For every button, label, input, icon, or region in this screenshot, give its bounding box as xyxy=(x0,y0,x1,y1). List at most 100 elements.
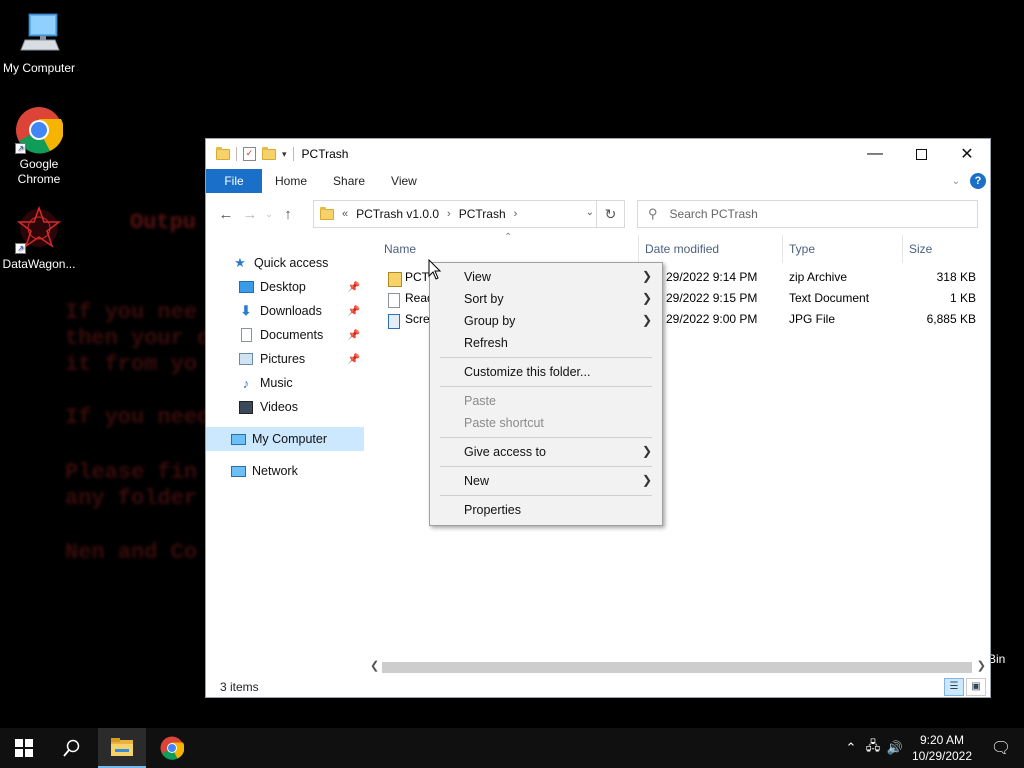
breadcrumb-separator-icon[interactable]: › xyxy=(447,208,451,220)
scroll-right-icon[interactable]: ❯ xyxy=(977,659,986,672)
tab-file[interactable]: File xyxy=(206,169,262,193)
scroll-left-icon[interactable]: ❮ xyxy=(370,659,379,672)
nav-item-videos[interactable]: Videos xyxy=(206,395,364,419)
menu-separator xyxy=(440,495,652,496)
pin-icon[interactable]: 📌 xyxy=(348,282,360,293)
file-type: Text Document xyxy=(789,291,870,305)
menu-item-group-by[interactable]: Group by ❯ xyxy=(430,310,662,332)
tab-share[interactable]: Share xyxy=(320,169,378,193)
menu-item-new[interactable]: New ❯ xyxy=(430,470,662,492)
desktop-icon xyxy=(238,279,254,295)
column-divider[interactable] xyxy=(782,235,783,263)
start-button[interactable] xyxy=(0,728,48,768)
desktop-icon-my-computer[interactable]: My Computer xyxy=(0,10,78,76)
nav-item-label: Videos xyxy=(260,400,298,414)
menu-separator xyxy=(440,357,652,358)
forward-button[interactable]: → xyxy=(238,206,262,223)
ribbon-tabs: File Home Share View ⌄ ? xyxy=(206,169,990,193)
nav-item-label: Pictures xyxy=(260,352,306,366)
shortcut-arrow-icon: ↗ xyxy=(15,243,26,254)
refresh-button[interactable]: ↻ xyxy=(596,201,624,227)
show-hidden-icons-chevron-icon[interactable]: ⌃ xyxy=(840,740,862,756)
menu-item-properties[interactable]: Properties xyxy=(430,499,662,521)
menu-item-customize-folder[interactable]: Customize this folder... xyxy=(430,361,662,383)
back-button[interactable]: ← xyxy=(214,206,238,223)
pictures-icon xyxy=(238,351,254,367)
menu-item-label: Refresh xyxy=(464,336,508,350)
menu-item-paste[interactable]: Paste xyxy=(430,390,662,412)
computer-icon xyxy=(15,10,63,58)
new-folder-icon[interactable] xyxy=(262,146,276,160)
breadcrumb-item[interactable]: PCTrash v1.0.0 xyxy=(356,207,439,221)
volume-icon[interactable]: 🔊 xyxy=(884,740,906,756)
clock[interactable]: 9:20 AM 10/29/2022 xyxy=(906,732,978,764)
breadcrumb-item[interactable]: PCTrash xyxy=(459,207,506,221)
help-icon[interactable]: ? xyxy=(970,173,986,189)
nav-item-desktop[interactable]: Desktop 📌 xyxy=(206,275,364,299)
menu-item-refresh[interactable]: Refresh xyxy=(430,332,662,354)
file-explorer-icon xyxy=(111,738,133,756)
menu-item-paste-shortcut[interactable]: Paste shortcut xyxy=(430,412,662,434)
properties-icon[interactable]: ✓ xyxy=(243,147,256,161)
nav-item-my-computer[interactable]: My Computer xyxy=(206,427,364,451)
column-divider[interactable] xyxy=(902,235,903,263)
search-button[interactable] xyxy=(48,728,96,768)
breadcrumb-separator-icon[interactable]: › xyxy=(514,208,518,220)
network-status-icon[interactable]: 🖧 xyxy=(862,737,884,759)
address-bar[interactable]: « PCTrash v1.0.0 › PCTrash › ⌄ ↻ xyxy=(313,200,625,228)
overflow-chevron-icon[interactable]: « xyxy=(342,208,348,220)
menu-item-label: Paste xyxy=(464,394,496,408)
horizontal-scrollbar[interactable]: ❮ ❯ xyxy=(366,659,990,676)
customize-toolbar-dropdown-icon[interactable]: ▾ xyxy=(282,149,287,160)
title-bar[interactable]: ✓ ▾ PCTrash — ✕ xyxy=(206,139,990,169)
nav-item-pictures[interactable]: Pictures 📌 xyxy=(206,347,364,371)
menu-item-view[interactable]: View ❯ xyxy=(430,266,662,288)
mouse-cursor-icon xyxy=(428,259,442,280)
pin-icon[interactable]: 📌 xyxy=(348,354,360,365)
column-divider[interactable] xyxy=(638,235,639,263)
nav-item-documents[interactable]: Documents 📌 xyxy=(206,323,364,347)
column-header-date-modified[interactable]: Date modified xyxy=(645,242,719,256)
menu-separator xyxy=(440,466,652,467)
pin-icon[interactable]: 📌 xyxy=(348,306,360,317)
menu-item-give-access[interactable]: Give access to ❯ xyxy=(430,441,662,463)
nav-item-downloads[interactable]: ⬇ Downloads 📌 xyxy=(206,299,364,323)
taskbar-google-chrome[interactable] xyxy=(148,728,196,768)
up-button[interactable]: ↑ xyxy=(276,206,300,223)
nav-item-label: Documents xyxy=(260,328,324,342)
shortcut-arrow-icon: ↗ xyxy=(15,143,26,154)
nav-item-label: Quick access xyxy=(254,256,329,270)
tab-view[interactable]: View xyxy=(378,169,430,193)
tab-home[interactable]: Home xyxy=(262,169,320,193)
large-icons-view-icon[interactable]: ▣ xyxy=(966,678,986,696)
scrollbar-thumb[interactable] xyxy=(382,662,972,673)
download-icon: ⬇ xyxy=(240,303,252,318)
desktop-icon-datawagon[interactable]: ↗ DataWagon... xyxy=(0,205,78,272)
submenu-arrow-icon: ❯ xyxy=(641,269,652,283)
column-header-name[interactable]: Name xyxy=(384,242,416,256)
wallpaper-text: then your d xyxy=(65,326,211,351)
column-header-type[interactable]: Type xyxy=(789,242,815,256)
taskbar-file-explorer[interactable] xyxy=(98,728,146,768)
expand-ribbon-chevron-icon[interactable]: ⌄ xyxy=(952,176,960,187)
close-button[interactable]: ✕ xyxy=(944,139,990,169)
search-icon: ⚲ xyxy=(648,206,658,221)
menu-item-sort-by[interactable]: Sort by ❯ xyxy=(430,288,662,310)
minimize-button[interactable]: — xyxy=(852,139,898,169)
desktop-icon-google-chrome[interactable]: ↗ Google Chrome xyxy=(0,106,78,187)
nav-item-music[interactable]: ♪ Music xyxy=(206,371,364,395)
nav-item-network[interactable]: Network xyxy=(206,459,364,483)
recent-locations-dropdown-icon[interactable]: ⌄ xyxy=(262,209,276,220)
search-box[interactable]: ⚲ Search PCTrash xyxy=(637,200,978,228)
details-view-icon[interactable]: ☰ xyxy=(944,678,964,696)
menu-item-label: Group by xyxy=(464,314,516,328)
file-size: 6,885 KB xyxy=(926,312,976,326)
action-center-icon[interactable]: 🗨 xyxy=(978,738,1024,758)
nav-item-quick-access[interactable]: ★ Quick access xyxy=(206,251,364,275)
submenu-arrow-icon: ❯ xyxy=(641,313,652,327)
maximize-button[interactable] xyxy=(898,139,944,169)
file-date: 29/2022 9:14 PM xyxy=(666,270,758,284)
pin-icon[interactable]: 📌 xyxy=(348,330,360,341)
column-header-size[interactable]: Size xyxy=(909,242,932,256)
address-dropdown-icon[interactable]: ⌄ xyxy=(586,207,594,218)
